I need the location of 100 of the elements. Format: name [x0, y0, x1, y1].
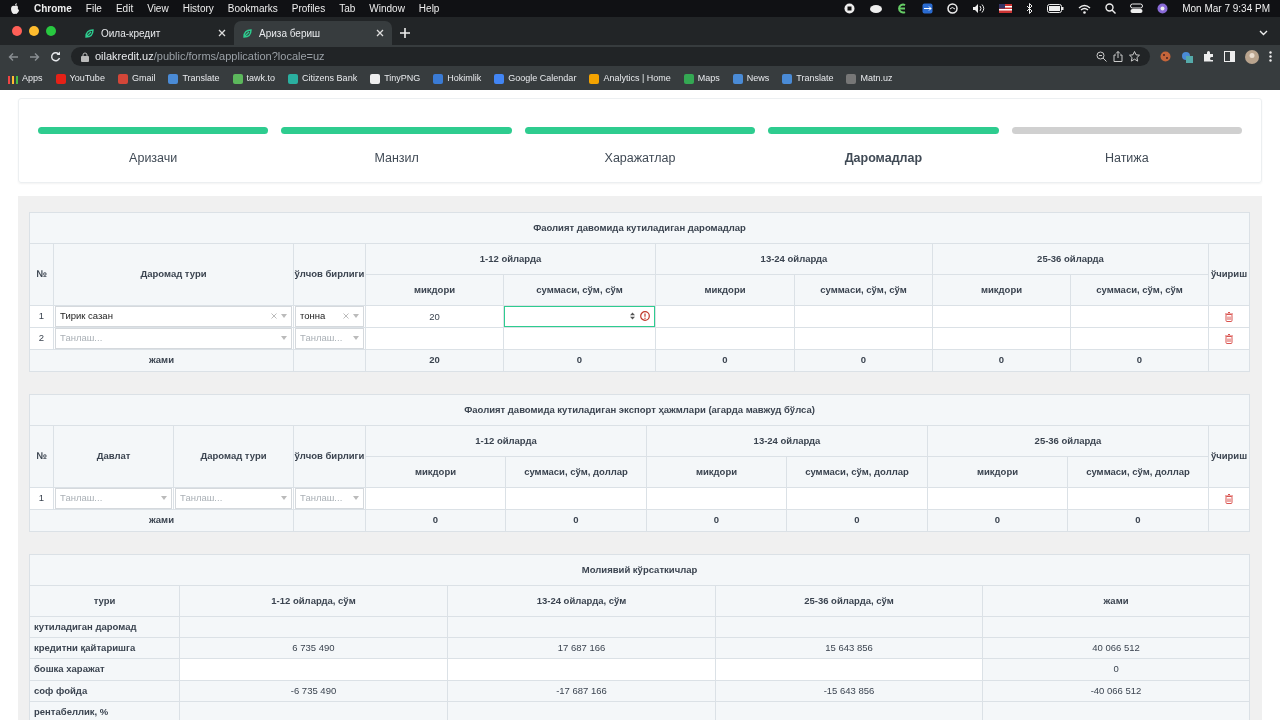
stop-icon[interactable]: [844, 3, 856, 14]
bookmark-link[interactable]: Citizens Bank: [288, 72, 358, 86]
bookmark-link[interactable]: tawk.to: [232, 72, 276, 86]
trash-icon[interactable]: [1225, 311, 1233, 322]
menu-item[interactable]: Window: [369, 1, 405, 16]
menu-item[interactable]: View: [147, 1, 169, 16]
bookmark-icon: [288, 74, 299, 84]
table-cell: 6 735 490: [179, 637, 448, 659]
bookmark-link[interactable]: YouTube: [55, 72, 105, 86]
bookmark-link[interactable]: News: [732, 72, 770, 86]
step-label[interactable]: Манзил: [281, 149, 512, 168]
step-label[interactable]: Даромадлар: [768, 149, 999, 168]
step-label[interactable]: Аризачи: [38, 149, 269, 168]
menu-item[interactable]: Edit: [115, 1, 134, 16]
bluetooth-icon[interactable]: [1026, 3, 1034, 14]
menu-item[interactable]: File: [85, 1, 102, 16]
menu-item[interactable]: Bookmarks: [227, 1, 278, 16]
total-cell: 20: [365, 349, 504, 372]
column-header: жами: [982, 585, 1250, 617]
step-label[interactable]: Харажатлар: [524, 149, 756, 168]
share-icon[interactable]: [1113, 51, 1123, 62]
column-header: суммаси, сўм, доллар: [505, 456, 647, 488]
menu-item[interactable]: Profiles: [291, 1, 326, 16]
menu-item[interactable]: Help: [418, 1, 440, 16]
orb-icon[interactable]: [1157, 3, 1169, 14]
bookmark-link[interactable]: Hokimlik: [433, 72, 482, 86]
input-field[interactable]: [504, 305, 655, 327]
row-number: 1: [29, 487, 54, 510]
column-header: 25-36 ойларда, сўм: [715, 585, 983, 617]
bookmark-link[interactable]: Maps: [683, 72, 720, 86]
input-field[interactable]: [716, 658, 982, 680]
bookmark-link[interactable]: TinyPNG: [370, 72, 421, 86]
spinner-icon[interactable]: [630, 312, 635, 321]
column-header: микдори: [655, 274, 795, 306]
column-header: ўчириш: [1208, 243, 1250, 306]
column-header: 13-24 ойларда, сўм: [447, 585, 716, 617]
step-label[interactable]: Натижа: [1011, 149, 1242, 168]
bookmark-link[interactable]: Translate: [168, 72, 220, 86]
table-title: Молиявий кўрсаткичлар: [29, 554, 1250, 586]
volume-icon[interactable]: [972, 3, 986, 14]
input-field[interactable]: [180, 658, 447, 680]
menu-item[interactable]: History: [182, 1, 214, 16]
column-header: тури: [29, 585, 180, 617]
total-cell: 0: [932, 349, 1071, 372]
column-header: 1-12 ойларда: [365, 243, 656, 275]
menu-item[interactable]: Tab: [339, 1, 356, 16]
trash-icon[interactable]: [1225, 333, 1233, 344]
sidebar-icon[interactable]: [1224, 51, 1235, 62]
swirl-icon[interactable]: [947, 3, 959, 14]
browser-tab[interactable]: Ариза бериш: [234, 21, 392, 45]
forward-icon[interactable]: [29, 51, 40, 62]
apple-icon: [10, 3, 20, 14]
battery-icon[interactable]: [1047, 4, 1065, 13]
row-label: кутиладиган даромад: [29, 616, 180, 638]
table-cell: -15 643 856: [715, 680, 983, 702]
url-text: oilakredit.uz/public/forms/application?locale=uz: [95, 49, 326, 65]
zoom-window-button[interactable]: [46, 26, 56, 36]
total-label: жами: [29, 509, 294, 532]
app-menu[interactable]: Chrome: [34, 1, 72, 16]
more-icon[interactable]: [1269, 51, 1272, 62]
bookmark-link[interactable]: Translate: [782, 72, 834, 86]
arrows-icon[interactable]: [922, 3, 934, 14]
bookmark-link[interactable]: Gmail: [117, 72, 156, 86]
row-number: 2: [29, 327, 54, 350]
minimize-window-button[interactable]: [29, 26, 39, 36]
bookmark-link[interactable]: Matn.uz: [846, 72, 893, 86]
star-icon[interactable]: [1129, 51, 1140, 62]
close-window-button[interactable]: [12, 26, 22, 36]
avatar-icon[interactable]: [1245, 49, 1259, 64]
toggle-icon[interactable]: [1130, 3, 1144, 14]
row-label: соф фойда: [29, 680, 180, 702]
caret-icon[interactable]: [1259, 30, 1268, 36]
bookmark-icon: [55, 74, 66, 84]
column-header: микдори: [365, 274, 504, 306]
zoom-out-icon[interactable]: [1096, 51, 1107, 62]
search-icon[interactable]: [1105, 3, 1117, 14]
input-field[interactable]: [448, 658, 715, 680]
column-header: ўчириш: [1208, 425, 1250, 488]
browser-tab[interactable]: Оила-кредит: [76, 21, 234, 45]
flag-icon[interactable]: [999, 4, 1013, 13]
bookmark-link[interactable]: Analytics | Home: [589, 72, 671, 86]
table-cell: -17 687 166: [447, 680, 716, 702]
wifi-icon[interactable]: [1078, 3, 1092, 14]
column-header: Даромад тури: [53, 243, 294, 306]
leaf-icon: [84, 27, 95, 39]
back-icon[interactable]: [8, 51, 19, 62]
puzzle-icon[interactable]: [1203, 51, 1214, 62]
bookmark-link[interactable]: Google Calendar: [494, 72, 577, 86]
close-icon[interactable]: [218, 29, 226, 37]
reload-icon[interactable]: [50, 51, 61, 62]
cookie-icon[interactable]: [1160, 51, 1171, 62]
extension-icon[interactable]: [1181, 50, 1193, 63]
trash-icon[interactable]: [1225, 493, 1234, 504]
new-tab-icon[interactable]: [400, 28, 410, 38]
row-number: 1: [29, 305, 54, 328]
total-label: жами: [29, 349, 294, 372]
close-icon[interactable]: [376, 29, 384, 37]
bookmark-icon: [846, 74, 857, 84]
address-bar[interactable]: oilakredit.uz/public/forms/application?locale=uz: [71, 47, 1150, 66]
bookmark-link[interactable]: Apps: [8, 72, 43, 86]
